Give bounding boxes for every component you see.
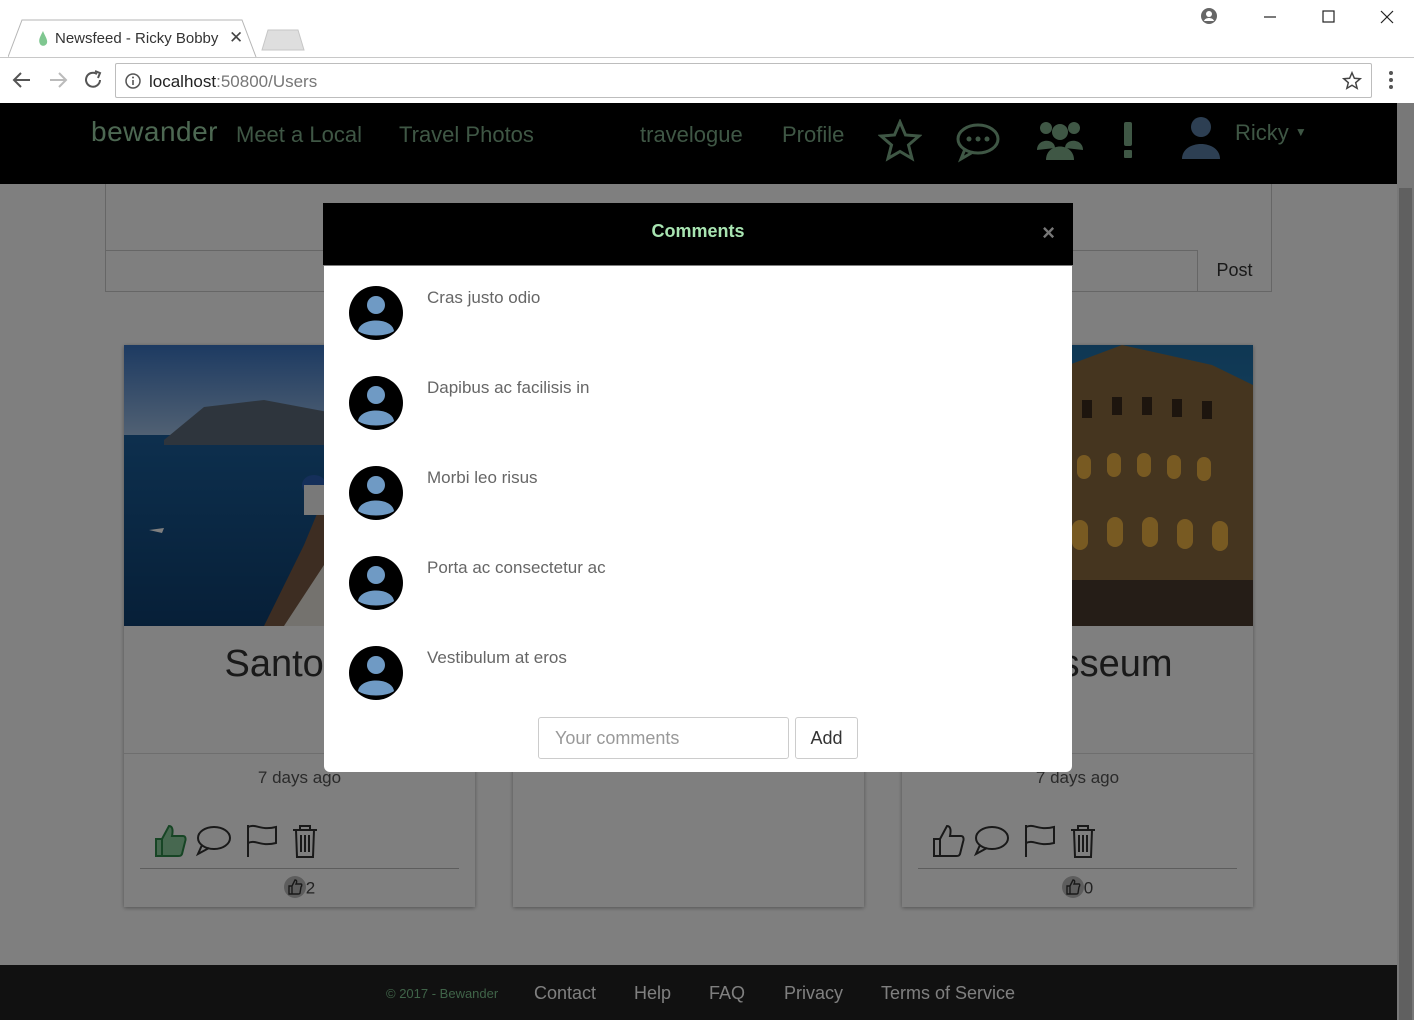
bookmark-star-icon[interactable] [1341,70,1363,92]
url-text: localhost:50800/Users [149,72,318,91]
comment-text: Morbi leo risus [427,468,538,487]
modal-title: Comments [651,221,745,241]
comment-item: Morbi leo risus [348,465,1028,521]
info-icon[interactable] [124,72,142,90]
comment-text: Vestibulum at eros [427,648,567,667]
browser-tab-strip: Newsfeed - Ricky Bobby ✕ [0,0,1414,58]
comment-item: Cras justo odio [348,285,1028,341]
browser-toolbar: localhost:50800/Users [0,57,1414,103]
new-tab-button[interactable] [258,28,306,52]
bewander-favicon-icon [39,31,48,46]
account-icon[interactable] [1196,4,1226,30]
modal-body: Cras justo odio Dapibus ac facilisis in … [324,266,1072,772]
commenter-avatar [349,556,403,610]
close-icon[interactable]: × [1042,220,1055,246]
minimize-icon[interactable] [1256,4,1286,30]
forward-icon[interactable] [46,68,70,92]
commenter-avatar [349,376,403,430]
close-window-icon[interactable] [1372,4,1402,30]
comment-item: Vestibulum at eros [348,645,1028,701]
comment-input[interactable] [538,717,789,759]
back-icon[interactable] [10,68,34,92]
comments-modal: Comments × Cras justo odio Dapibus ac fa… [323,203,1073,773]
reload-icon[interactable] [81,68,105,92]
add-comment-button[interactable]: Add [795,717,858,759]
address-bar[interactable]: localhost:50800/Users [115,63,1372,98]
comment-text: Cras justo odio [427,288,541,307]
comment-text: Dapibus ac facilisis in [427,378,590,397]
comment-item: Porta ac consectetur ac [348,555,1028,611]
comment-text: Porta ac consectetur ac [427,558,606,577]
tab-title: Newsfeed - Ricky Bobby [55,30,219,47]
commenter-avatar [349,286,403,340]
modal-header: Comments × [323,203,1073,265]
maximize-icon[interactable] [1314,4,1344,30]
commenter-avatar [349,646,403,700]
comment-item: Dapibus ac facilisis in [348,375,1028,431]
commenter-avatar [349,466,403,520]
browser-menu-icon[interactable] [1387,69,1395,91]
browser-tab[interactable]: Newsfeed - Ricky Bobby ✕ [8,19,257,58]
tab-close-icon[interactable]: ✕ [229,28,243,48]
